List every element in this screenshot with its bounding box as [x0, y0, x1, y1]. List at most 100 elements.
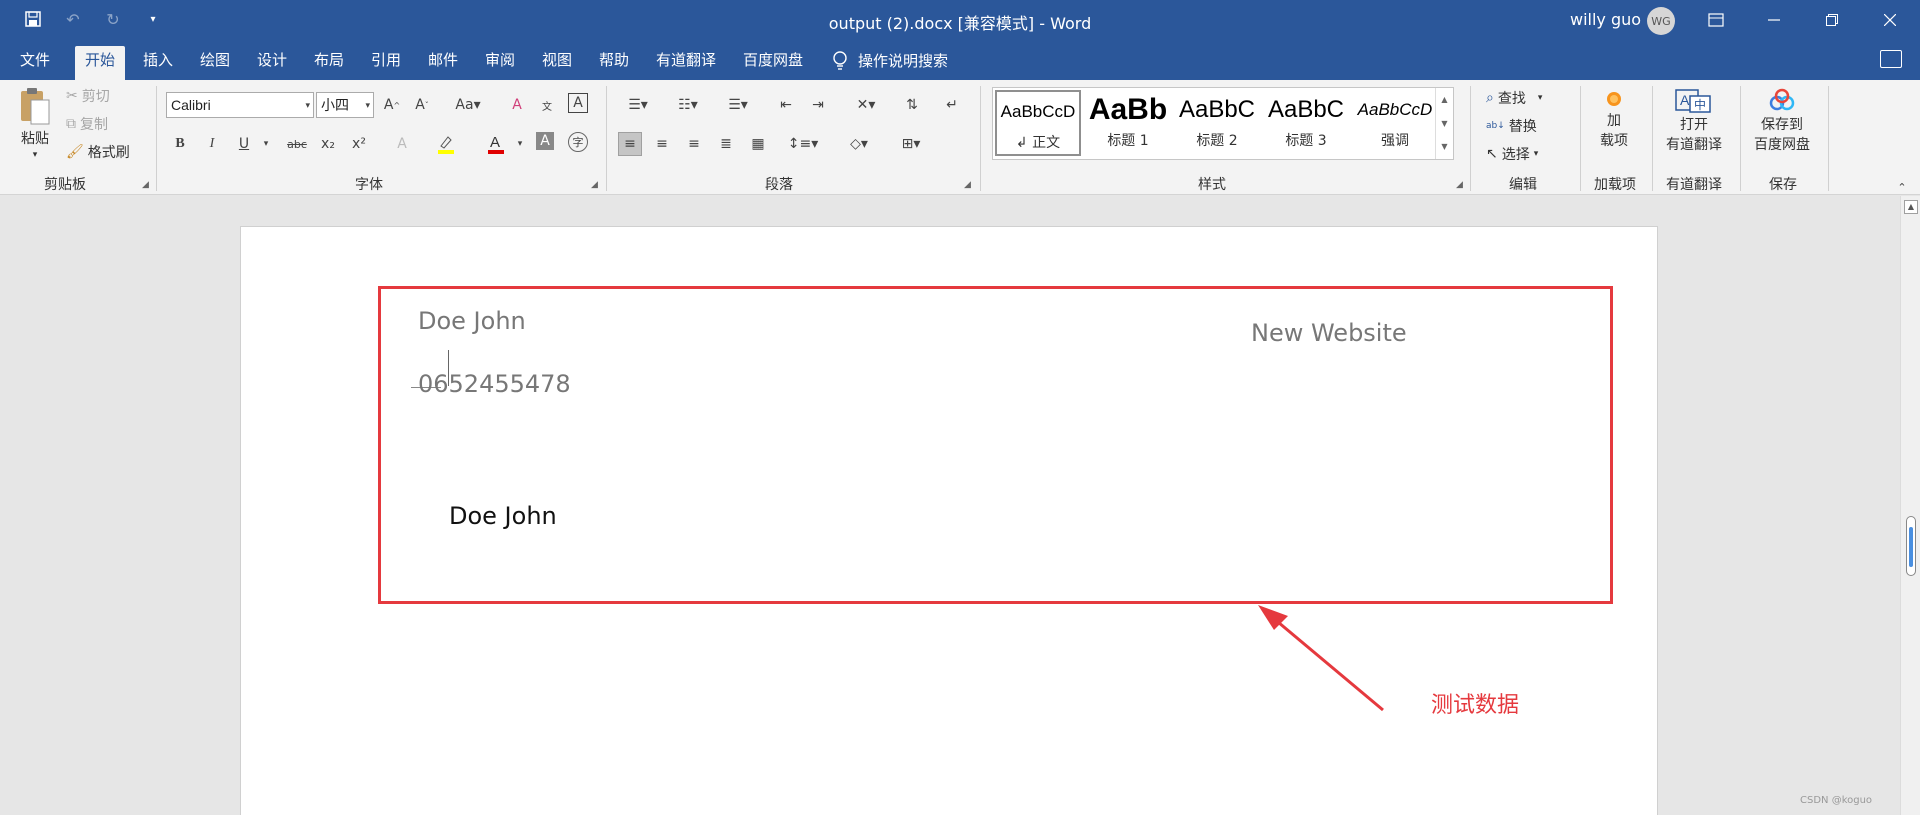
- font-launcher-icon[interactable]: ◢: [591, 180, 598, 190]
- font-color-dropdown-icon[interactable]: ▾: [508, 132, 532, 156]
- change-case-icon[interactable]: Aa▾: [450, 93, 486, 117]
- shrink-font-icon[interactable]: Aˇ: [410, 93, 434, 117]
- minimize-icon[interactable]: [1746, 0, 1802, 40]
- youdao-label-1: 打开: [1680, 117, 1708, 133]
- chevron-down-icon[interactable]: ▼: [1436, 112, 1453, 136]
- show-hide-marks-icon[interactable]: ↵: [940, 93, 964, 117]
- format-painter-button[interactable]: 🖌 格式刷: [66, 142, 130, 162]
- paragraph-launcher-icon[interactable]: ◢: [964, 180, 971, 190]
- style-normal[interactable]: AaBbCcD ↲ 正文: [995, 90, 1081, 156]
- multilevel-list-icon[interactable]: ☰▾: [718, 93, 758, 117]
- copy-button[interactable]: ⧉ 复制: [66, 114, 108, 134]
- tab-view[interactable]: 视图: [532, 50, 582, 80]
- align-right-button[interactable]: ≡: [682, 132, 706, 156]
- body-name[interactable]: Doe John: [449, 502, 557, 530]
- shading-icon[interactable]: ◇▾: [840, 132, 878, 156]
- sort-icon[interactable]: ⇅: [900, 93, 924, 117]
- header-website[interactable]: New Website: [1251, 319, 1407, 347]
- style-emphasis[interactable]: AaBbCcD 强调: [1352, 90, 1438, 156]
- justify-button[interactable]: ≣: [714, 132, 738, 156]
- vertical-scrollbar[interactable]: ▲: [1900, 196, 1920, 815]
- subscript-button[interactable]: x₂: [316, 132, 340, 156]
- format-painter-label: 格式刷: [87, 145, 130, 161]
- font-size-combo[interactable]: 小四 ▾: [316, 92, 374, 118]
- save-to-baidu-button[interactable]: 保存到 百度网盘: [1754, 88, 1810, 154]
- restore-icon[interactable]: [1804, 0, 1860, 40]
- ribbon-display-options-icon[interactable]: [1688, 0, 1744, 40]
- tab-youdao[interactable]: 有道翻译: [646, 50, 726, 80]
- strikethrough-button[interactable]: abc: [283, 132, 311, 156]
- style-heading-3[interactable]: AaBbC 标题 3: [1263, 90, 1349, 156]
- cut-button[interactable]: ✂ 剪切: [66, 86, 110, 106]
- tab-draw[interactable]: 绘图: [190, 50, 240, 80]
- header-phone[interactable]: 0652455478: [418, 370, 571, 398]
- separator: [1740, 86, 1741, 191]
- font-name-combo[interactable]: Calibri ▾: [166, 92, 314, 118]
- enclose-characters-icon[interactable]: 字: [568, 132, 588, 152]
- align-center-button[interactable]: ≡: [650, 132, 674, 156]
- scroll-up-icon[interactable]: ▲: [1904, 200, 1918, 214]
- tab-help[interactable]: 帮助: [589, 50, 639, 80]
- clear-format-icon[interactable]: A: [505, 93, 529, 117]
- increase-indent-icon[interactable]: ⇥: [806, 93, 830, 117]
- numbering-icon[interactable]: ☷▾: [668, 93, 708, 117]
- more-styles-icon[interactable]: ▼: [1436, 136, 1453, 158]
- font-color-button[interactable]: A: [484, 132, 508, 156]
- header-name[interactable]: Doe John: [418, 307, 526, 335]
- paste-dropdown-icon[interactable]: ▾: [33, 150, 38, 160]
- superscript-button[interactable]: x²: [347, 132, 371, 156]
- character-border-icon[interactable]: A: [568, 93, 588, 113]
- tab-home[interactable]: 开始: [75, 46, 126, 80]
- replace-icon: ab↓: [1486, 121, 1505, 131]
- character-shading-icon[interactable]: A: [536, 132, 554, 150]
- tab-baidu[interactable]: 百度网盘: [733, 50, 813, 80]
- paste-button[interactable]: 粘贴 ▾: [18, 86, 52, 160]
- tab-layout[interactable]: 布局: [304, 50, 354, 80]
- borders-icon[interactable]: ⊞▾: [892, 132, 930, 156]
- tell-me-search[interactable]: 操作说明搜索: [832, 50, 948, 71]
- close-icon[interactable]: [1862, 0, 1918, 40]
- phonetic-guide-icon[interactable]: 文: [535, 93, 559, 117]
- separator: [980, 86, 981, 191]
- select-button[interactable]: ↖ 选择 ▾: [1486, 144, 1538, 164]
- style-heading-1[interactable]: AaBb 标题 1: [1085, 90, 1171, 156]
- styles-launcher-icon[interactable]: ◢: [1456, 180, 1463, 190]
- bullets-icon[interactable]: ☰▾: [618, 93, 658, 117]
- text-effects-icon[interactable]: A: [390, 132, 414, 156]
- underline-dropdown-icon[interactable]: ▾: [254, 132, 278, 156]
- scroll-thumb[interactable]: [1906, 516, 1916, 576]
- tab-mailings[interactable]: 邮件: [418, 50, 468, 80]
- font-group-label: 字体: [355, 177, 383, 193]
- italic-button[interactable]: I: [200, 132, 224, 156]
- user-name[interactable]: willy guo: [1570, 10, 1641, 29]
- tab-insert[interactable]: 插入: [133, 50, 183, 80]
- tab-file[interactable]: 文件: [10, 50, 60, 80]
- addins-button[interactable]: 加 载项: [1600, 88, 1628, 150]
- highlight-color-button[interactable]: [434, 132, 458, 156]
- find-button[interactable]: ⌕ 查找 ▾: [1486, 88, 1542, 108]
- chinese-layout-icon[interactable]: ✕▾: [848, 93, 884, 117]
- clipboard-launcher-icon[interactable]: ◢: [142, 180, 149, 190]
- open-youdao-button[interactable]: A中 打开 有道翻译: [1666, 88, 1722, 154]
- font-name-value: Calibri: [171, 97, 211, 113]
- style-heading-2[interactable]: AaBbC 标题 2: [1174, 90, 1260, 156]
- comments-icon[interactable]: [1880, 50, 1902, 68]
- clipboard-group-label: 剪贴板: [44, 177, 86, 193]
- tab-references[interactable]: 引用: [361, 50, 411, 80]
- align-left-button[interactable]: ≡: [618, 132, 642, 156]
- line-spacing-icon[interactable]: ↕≡▾: [784, 132, 822, 156]
- tab-review[interactable]: 审阅: [475, 50, 525, 80]
- chevron-up-icon[interactable]: ▲: [1436, 88, 1453, 112]
- distributed-button[interactable]: ▦: [746, 132, 770, 156]
- styles-scroll[interactable]: ▲ ▼ ▼: [1435, 88, 1453, 159]
- ribbon-tabs: 文件 开始 插入 绘图 设计 布局 引用 邮件 审阅 视图 帮助 有道翻译 百度…: [0, 40, 1920, 80]
- decrease-indent-icon[interactable]: ⇤: [774, 93, 798, 117]
- grow-font-icon[interactable]: A ^: [380, 93, 404, 117]
- underline-button[interactable]: U: [232, 132, 256, 156]
- document-page[interactable]: Doe John New Website 0652455478 Doe John: [240, 226, 1658, 815]
- replace-button[interactable]: ab↓ 替换: [1486, 116, 1537, 136]
- avatar[interactable]: WG: [1647, 7, 1675, 35]
- font-size-value: 小四: [321, 97, 349, 113]
- tab-design[interactable]: 设计: [247, 50, 297, 80]
- bold-button[interactable]: B: [168, 132, 192, 156]
